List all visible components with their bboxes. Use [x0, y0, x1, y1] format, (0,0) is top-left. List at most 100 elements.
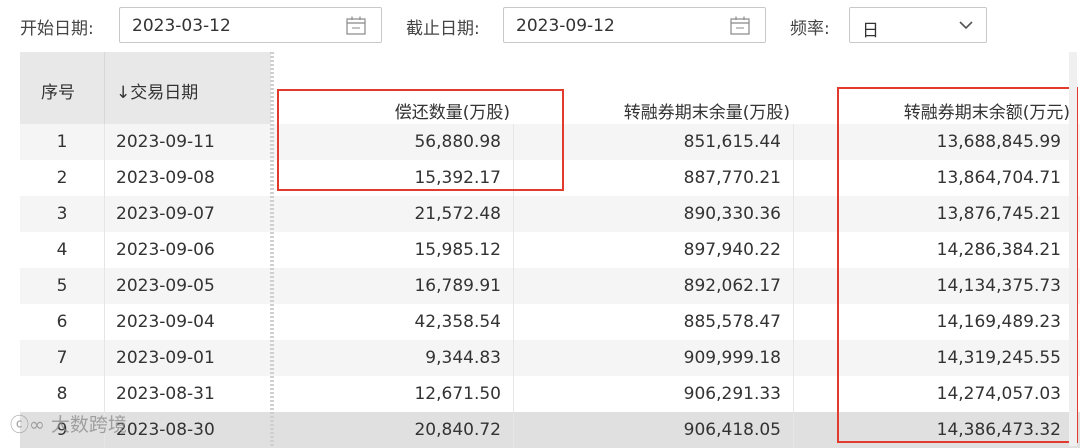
calendar-icon[interactable]	[730, 16, 750, 35]
table-row[interactable]: 5 2023-09-05 16,789.91 892,062.17 14,134,375…	[20, 268, 1080, 304]
cell-trade-date: 2023-09-05	[116, 276, 215, 296]
cell-end-amount: 14,286,384.21	[936, 240, 1061, 260]
cell-end-volume: 885,578.47	[683, 312, 781, 332]
cell-trade-date: 2023-09-08	[116, 168, 215, 188]
column-divider	[793, 232, 794, 268]
column-divider	[513, 232, 514, 268]
cell-index: 5	[56, 276, 68, 296]
table-row[interactable]: 3 2023-09-07 21,572.48 890,330.36 13,876,745…	[20, 196, 1080, 232]
column-divider	[104, 268, 105, 304]
table-row[interactable]: 9 2023-08-30 20,840.72 906,418.05 14,386,473…	[20, 412, 1080, 448]
table-row[interactable]: 4 2023-09-06 15,985.12 897,940.22 14,286,384…	[20, 232, 1080, 268]
start-date-input[interactable]: 2023-03-12	[119, 7, 382, 43]
table-row[interactable]: 2 2023-09-08 15,392.17 887,770.21 13,864,704…	[20, 160, 1080, 196]
cell-index: 8	[56, 384, 68, 404]
cell-end-amount: 13,688,845.99	[936, 132, 1061, 152]
cell-trade-date: 2023-09-07	[116, 204, 215, 224]
column-divider	[793, 412, 794, 448]
cell-repay-volume: 42,358.54	[414, 312, 501, 332]
end-date-value: 2023-09-12	[516, 16, 615, 36]
cell-index: 7	[56, 348, 68, 368]
column-divider	[513, 268, 514, 304]
column-divider	[793, 304, 794, 340]
table-header-scroll: 偿还数量(万股) 转融券期末余量(万股) 转融券期末余额(万元)	[271, 52, 1080, 124]
cell-end-volume: 892,062.17	[683, 276, 781, 296]
cell-index: 1	[56, 132, 68, 152]
header-end-amount[interactable]: 转融券期末余额(万元)	[904, 98, 1070, 123]
column-divider	[513, 340, 514, 376]
cell-end-amount: 14,169,489.23	[936, 312, 1061, 332]
column-divider	[513, 412, 514, 448]
column-divider	[104, 124, 105, 160]
cell-repay-volume: 15,392.17	[414, 168, 501, 188]
column-divider	[104, 376, 105, 412]
column-divider	[793, 268, 794, 304]
vertical-scrollbar[interactable]	[1069, 52, 1077, 446]
header-trade-date[interactable]: ↓交易日期	[116, 78, 198, 103]
header-index[interactable]: 序号	[41, 78, 75, 103]
cell-repay-volume: 9,344.83	[425, 348, 501, 368]
chevron-down-icon[interactable]	[958, 18, 974, 32]
column-divider	[513, 376, 514, 412]
column-divider	[104, 52, 105, 124]
cell-end-volume: 890,330.36	[683, 204, 781, 224]
column-divider	[104, 340, 105, 376]
frequency-value: 日	[862, 21, 879, 41]
watermark-logo-icon: ⓒ∞	[10, 414, 51, 436]
cell-trade-date: 2023-09-04	[116, 312, 215, 332]
cell-repay-volume: 16,789.91	[414, 276, 501, 296]
cell-index: 6	[56, 312, 68, 332]
table-row[interactable]: 1 2023-09-11 56,880.98 851,615.44 13,688,845…	[20, 124, 1080, 160]
cell-trade-date: 2023-08-31	[116, 384, 215, 404]
column-divider	[793, 160, 794, 196]
cell-end-volume: 906,418.05	[683, 420, 781, 440]
cell-end-amount: 14,274,057.03	[936, 384, 1061, 404]
cell-end-volume: 906,291.33	[683, 384, 781, 404]
cell-trade-date: 2023-09-06	[116, 240, 215, 260]
cell-repay-volume: 21,572.48	[414, 204, 501, 224]
frequency-select[interactable]: 日	[849, 7, 987, 43]
cell-end-amount: 14,319,245.55	[936, 348, 1061, 368]
column-divider	[513, 196, 514, 232]
cell-repay-volume: 15,985.12	[414, 240, 501, 260]
column-divider	[793, 340, 794, 376]
frequency-label: 频率:	[790, 19, 830, 39]
cell-trade-date: 2023-09-01	[116, 348, 215, 368]
cell-trade-date: 2023-08-30	[116, 420, 215, 440]
end-date-input[interactable]: 2023-09-12	[503, 7, 766, 43]
cell-end-volume: 887,770.21	[683, 168, 781, 188]
cell-index: 2	[56, 168, 68, 188]
data-table: 序号 ↓交易日期 偿还数量(万股) 转融券期末余量(万股) 转融券期末余额(万元…	[20, 52, 1080, 448]
calendar-icon[interactable]	[346, 16, 366, 35]
cell-repay-volume: 20,840.72	[414, 420, 501, 440]
column-divider	[513, 124, 514, 160]
start-date-label: 开始日期:	[20, 19, 94, 39]
column-divider	[104, 304, 105, 340]
watermark-text: 大数跨境	[50, 414, 127, 436]
column-divider	[793, 124, 794, 160]
column-divider	[513, 160, 514, 196]
cell-end-volume: 909,999.18	[683, 348, 781, 368]
watermark: ⓒ∞ 大数跨境	[10, 410, 127, 437]
cell-end-amount: 14,386,473.32	[936, 420, 1061, 440]
header-end-volume[interactable]: 转融券期末余量(万股)	[624, 98, 790, 123]
frozen-column-separator	[270, 52, 274, 446]
column-divider	[104, 232, 105, 268]
table-row[interactable]: 8 2023-08-31 12,671.50 906,291.33 14,274,057…	[20, 376, 1080, 412]
cell-end-amount: 14,134,375.73	[936, 276, 1061, 296]
cell-end-amount: 13,864,704.71	[936, 168, 1061, 188]
cell-index: 3	[56, 204, 68, 224]
column-divider	[104, 160, 105, 196]
table-header-fixed: 序号 ↓交易日期	[20, 52, 271, 124]
column-divider	[793, 376, 794, 412]
header-repay-volume[interactable]: 偿还数量(万股)	[395, 98, 510, 123]
cell-repay-volume: 12,671.50	[414, 384, 501, 404]
column-divider	[104, 196, 105, 232]
column-divider	[793, 196, 794, 232]
table-row[interactable]: 6 2023-09-04 42,358.54 885,578.47 14,169,489…	[20, 304, 1080, 340]
cell-end-volume: 897,940.22	[683, 240, 781, 260]
table-row[interactable]: 7 2023-09-01 9,344.83 909,999.18 14,319,245.…	[20, 340, 1080, 376]
cell-end-amount: 13,876,745.21	[936, 204, 1061, 224]
filter-bar: 开始日期: 2023-03-12 截止日期: 2023-09-12 频率: 日	[0, 0, 1080, 52]
cell-trade-date: 2023-09-11	[116, 132, 215, 152]
